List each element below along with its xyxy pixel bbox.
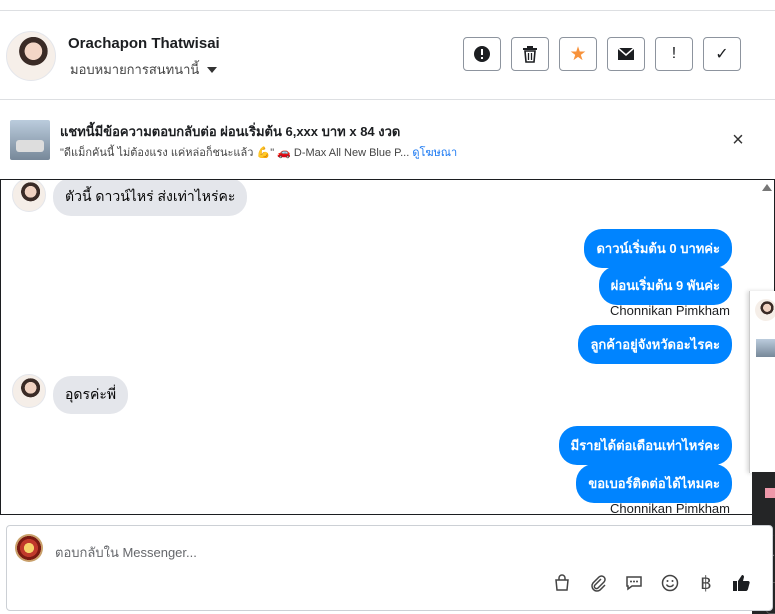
follow-up-button[interactable]: ! (655, 37, 693, 71)
paperclip-icon[interactable] (587, 572, 609, 594)
side-chat-panel[interactable] (749, 291, 775, 473)
contact-avatar-small (12, 180, 46, 212)
ad-title: แชทนี้มีข้อความตอบกลับต่อ ผ่อนเริ่มต้น 6… (60, 124, 401, 139)
contact-avatar-small (12, 374, 46, 408)
side-avatar[interactable] (755, 299, 775, 321)
ad-subtitle: "ดีแม็กคันนี้ ไม่ต้องแรง แค่หล่อก็ชนะแล้… (60, 143, 457, 161)
view-ad-link[interactable]: ดูโฆษณา (412, 147, 457, 159)
ad-reference-bar: แชทนี้มีข้อความตอบกลับต่อ ผ่อนเริ่มต้น 6… (0, 100, 775, 178)
mark-spam-button[interactable] (463, 37, 501, 71)
chat-bubble-icon[interactable] (623, 572, 645, 594)
header-actions: ★ ! ✓ (463, 37, 741, 71)
check-icon: ✓ (715, 46, 729, 63)
trash-icon (523, 46, 537, 63)
ad-description: "ดีแม็กคันนี้ ไม่ต้องแรง แค่หล่อก็ชนะแล้… (60, 147, 410, 159)
thumbs-up-icon[interactable] (731, 572, 753, 594)
outgoing-message: ผ่อนเริ่มต้น 9 พันค่ะ (598, 266, 732, 305)
mark-done-button[interactable]: ✓ (703, 37, 741, 71)
sender-name: Chonnikan Pimkham (610, 501, 730, 515)
outgoing-message: ดาวน์เริ่มต้น 0 บาทค่ะ (584, 229, 732, 268)
outgoing-message: ขอเบอร์ติดต่อได้ไหมคะ (576, 464, 732, 503)
mail-icon (617, 47, 635, 60)
emoji-icon[interactable] (659, 572, 681, 594)
alert-circle-icon (474, 46, 490, 62)
outgoing-message: ลูกค้าอยู่จังหวัดอะไรคะ (578, 325, 732, 364)
calendar-icon (765, 488, 775, 498)
conversation-header: Orachapon Thatwisai มอบหมายการสนทนานี้ ★… (0, 11, 775, 100)
sender-name: Chonnikan Pimkham (610, 303, 730, 318)
incoming-message: ตัวนี้ ดาวน์ไหร่ ส่งเท่าไหร่คะ (53, 180, 248, 216)
page-avatar (15, 534, 43, 562)
side-ad-thumbnail[interactable] (756, 339, 775, 357)
contact-avatar[interactable] (6, 31, 56, 81)
assign-label: มอบหมายการสนทนานี้ (70, 62, 200, 77)
star-icon: ★ (569, 43, 587, 65)
message-thread[interactable]: ตัวนี้ ดาวน์ไหร่ ส่งเท่าไหร่คะ ดาวน์เริ่… (0, 179, 775, 515)
reply-composer: ตอบกลับใน Messenger... ฿ (6, 525, 773, 611)
shopping-bag-icon[interactable] (551, 572, 573, 594)
mark-unread-button[interactable] (607, 37, 645, 71)
delete-button[interactable] (511, 37, 549, 71)
star-button[interactable]: ★ (559, 37, 597, 71)
baht-icon[interactable]: ฿ (695, 572, 717, 594)
contact-name[interactable]: Orachapon Thatwisai (68, 35, 220, 52)
scroll-up-arrow-icon[interactable] (762, 184, 772, 191)
exclamation-icon: ! (671, 45, 677, 62)
close-icon[interactable]: × (728, 130, 748, 150)
caret-down-icon (207, 66, 218, 73)
reply-input[interactable]: ตอบกลับใน Messenger... (55, 542, 197, 563)
assign-conversation-dropdown[interactable]: มอบหมายการสนทนานี้ (70, 59, 218, 80)
outgoing-message: มีรายได้ต่อเดือนเท่าไหร่คะ (558, 426, 732, 465)
incoming-message: อุดรค่ะพี่ (53, 376, 129, 414)
ad-thumbnail[interactable] (10, 120, 50, 160)
composer-tools: ฿ (551, 572, 753, 594)
